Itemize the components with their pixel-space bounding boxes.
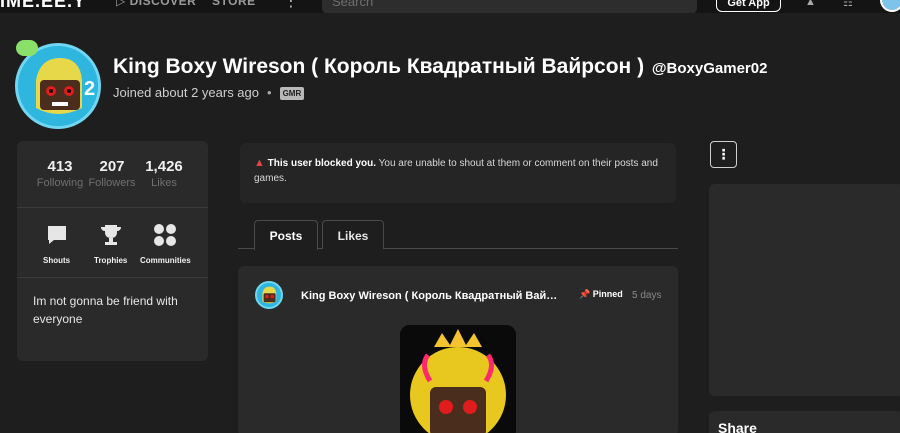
stat-followers-value: 207	[99, 158, 125, 175]
stat-likes-value: 1,426	[145, 158, 183, 175]
gmr-badge: GMR	[279, 87, 305, 101]
speech-bubble-icon	[47, 226, 66, 244]
trophies-link[interactable]: Trophies	[94, 223, 127, 265]
blocked-title: This user blocked you.	[267, 158, 377, 169]
trophies-label: Trophies	[94, 256, 128, 265]
settings-icon[interactable]: ☷	[843, 0, 853, 9]
user-avatar[interactable]	[880, 0, 900, 12]
trophy-icon	[100, 225, 121, 245]
joined-date: Joined about 2 years ago	[113, 85, 259, 100]
pinned-label: Pinned	[592, 289, 623, 299]
stat-followers-label: Followers	[88, 177, 136, 189]
post-card: King Boxy Wireson ( Король Квадратный Ва…	[238, 266, 678, 433]
sidebar-card	[709, 184, 900, 396]
stat-following-label: Following	[36, 177, 84, 189]
post-time: 5 days	[632, 290, 662, 301]
divider	[17, 207, 208, 208]
profile-stats-card: 413 Following 207 Followers 1,426 Likes …	[17, 141, 208, 361]
communities-label: Communities	[140, 256, 191, 265]
blocked-notice: ▲ This user blocked you. You are unable …	[240, 143, 676, 203]
joined-info: Joined about 2 years ago • GMR	[113, 85, 305, 101]
nav-store[interactable]: STORE	[212, 0, 256, 8]
stat-following[interactable]: 413 Following	[32, 158, 88, 189]
search-input[interactable]: Search	[322, 0, 697, 13]
stat-followers[interactable]: 207 Followers	[84, 158, 140, 189]
site-logo[interactable]: IME.EE.Y	[0, 0, 86, 12]
shouts-label: Shouts	[43, 256, 71, 265]
communities-icon	[154, 224, 177, 246]
profile-menu-button[interactable]: ⋮	[710, 141, 737, 168]
level-number: 2	[84, 78, 96, 100]
pin-icon: 📌	[579, 289, 591, 299]
share-card: Share	[709, 411, 900, 433]
top-navbar: IME.EE.Y ▷ DISCOVER STORE ⋮ Search Get A…	[0, 0, 900, 13]
profile-username: @BoxyGamer02	[651, 60, 768, 77]
nav-more-button[interactable]: ⋮	[283, 0, 299, 11]
avatar-badge-icon	[16, 40, 38, 56]
stat-following-value: 413	[47, 158, 73, 175]
get-app-button[interactable]: Get App	[716, 0, 781, 12]
stat-likes-label: Likes	[151, 177, 177, 189]
profile-name: King Boxy Wireson ( Король Квадратный Ва…	[113, 55, 767, 79]
shouts-link[interactable]: Shouts	[43, 223, 70, 265]
nav-discover[interactable]: ▷ DISCOVER	[116, 0, 196, 8]
separator-dot: •	[267, 85, 272, 100]
tab-posts[interactable]: Posts	[254, 220, 318, 250]
warning-icon: ▲	[254, 157, 265, 169]
post-author-avatar[interactable]	[255, 281, 283, 309]
profile-bio: Im not gonna be friend with everyone	[33, 294, 178, 326]
stat-likes[interactable]: 1,426 Likes	[136, 158, 192, 189]
share-heading: Share	[718, 420, 757, 433]
display-name: King Boxy Wireson ( Король Квадратный Ва…	[113, 55, 645, 78]
notifications-icon[interactable]: ▲	[805, 0, 816, 8]
post-author-name[interactable]: King Boxy Wireson ( Король Квадратный Ва…	[301, 290, 563, 302]
tab-likes[interactable]: Likes	[322, 220, 384, 249]
communities-link[interactable]: Communities	[140, 223, 191, 265]
divider	[17, 277, 208, 278]
pinned-badge: 📌 Pinned	[579, 289, 623, 300]
post-image[interactable]	[400, 325, 516, 433]
